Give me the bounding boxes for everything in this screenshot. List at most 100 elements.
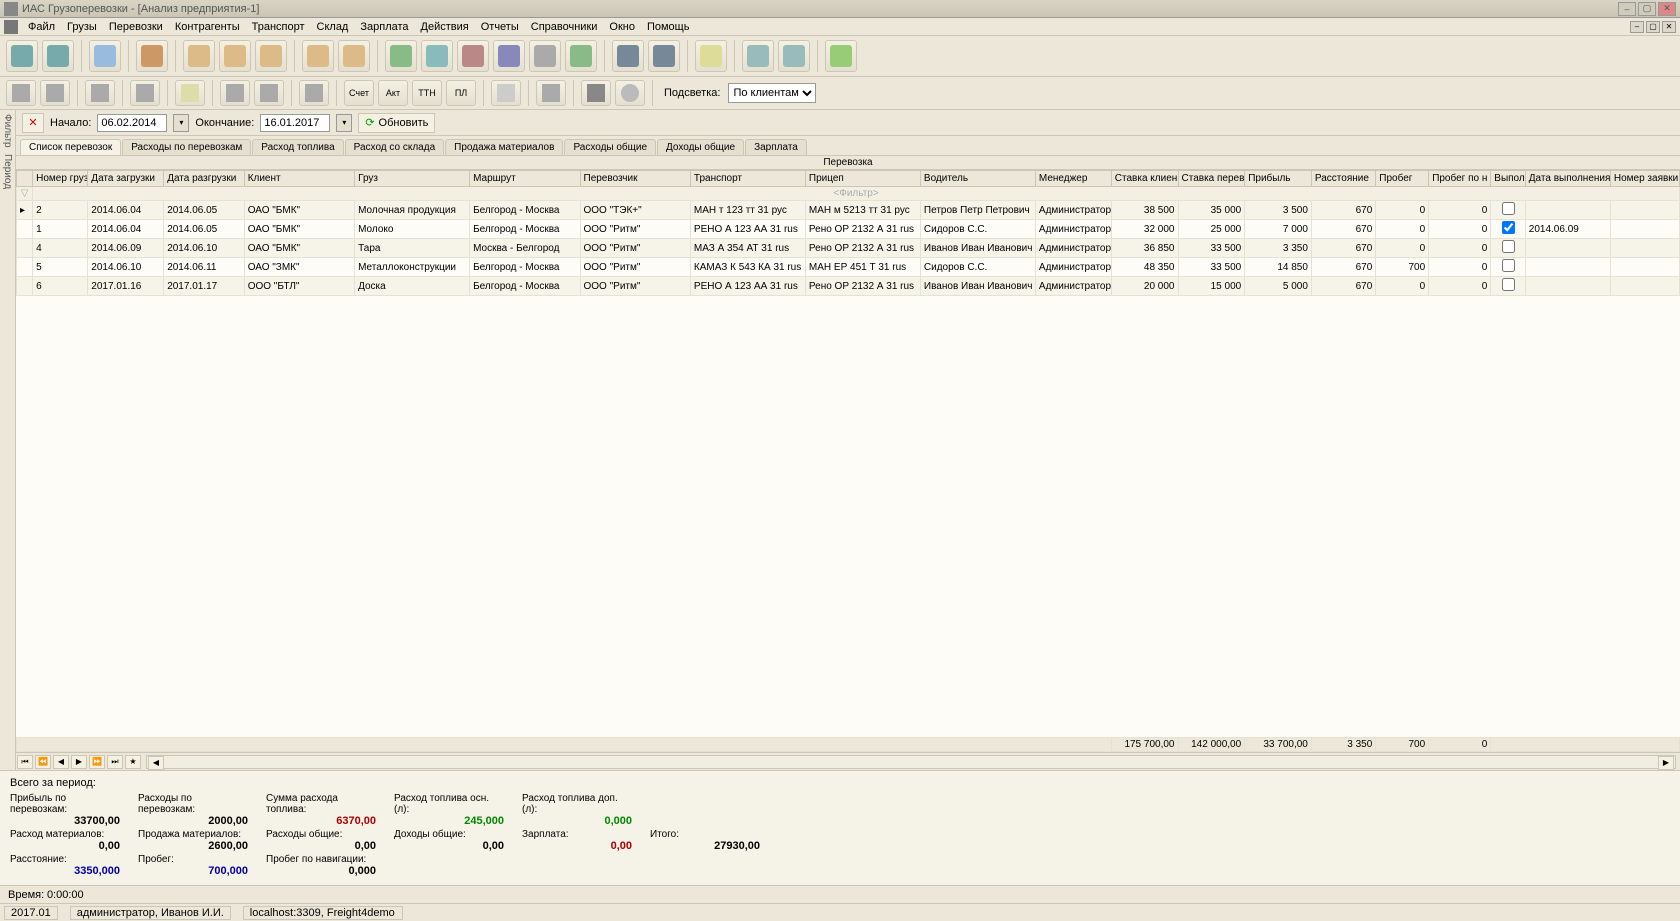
akt-button[interactable]: Акт [378, 80, 408, 106]
nav-prev-page[interactable]: ⏪ [35, 755, 51, 769]
nav-next[interactable]: ▶ [71, 755, 87, 769]
col-header[interactable]: Клиент [244, 171, 354, 187]
tab-6[interactable]: Доходы общие [657, 139, 744, 155]
cart-button-3[interactable] [85, 80, 115, 106]
col-header[interactable]: Выполнена [1491, 171, 1526, 187]
done-checkbox[interactable] [1502, 202, 1515, 215]
col-header[interactable]: Водитель [920, 171, 1035, 187]
minimize-button[interactable]: – [1618, 2, 1636, 16]
user-button-2[interactable] [421, 40, 453, 72]
start-date-dropdown[interactable]: ▾ [173, 114, 189, 132]
cart-button-5[interactable] [220, 80, 250, 106]
refresh-dates-button[interactable]: ⟳Обновить [358, 113, 435, 133]
menu-Зарплата[interactable]: Зарплата [354, 21, 414, 33]
col-header[interactable]: Дата разгрузки [164, 171, 245, 187]
keyboard-button[interactable] [581, 80, 611, 106]
people-button-1[interactable] [742, 40, 774, 72]
col-header[interactable]: Груз [355, 171, 470, 187]
edit-button[interactable] [695, 40, 727, 72]
end-date-dropdown[interactable]: ▾ [336, 114, 352, 132]
cart-button-6[interactable] [254, 80, 284, 106]
user-button-6[interactable] [565, 40, 597, 72]
tab-0[interactable]: Список перевозок [20, 139, 121, 155]
col-header[interactable]: Маршрут [470, 171, 580, 187]
menu-Склад[interactable]: Склад [311, 21, 355, 33]
menu-Действия[interactable]: Действия [415, 21, 475, 33]
mdi-close[interactable]: ✕ [1662, 21, 1676, 33]
ttn-button[interactable]: ТТН [412, 80, 442, 106]
cargo-button-2[interactable] [219, 40, 251, 72]
menu-Грузы[interactable]: Грузы [61, 21, 103, 33]
cart-button-4[interactable] [130, 80, 160, 106]
end-date-input[interactable] [260, 114, 330, 132]
check-button[interactable] [175, 80, 205, 106]
tab-2[interactable]: Расход топлива [252, 139, 343, 155]
db-button[interactable] [6, 40, 38, 72]
db-refresh-button[interactable] [42, 40, 74, 72]
cargo-button-5[interactable] [338, 40, 370, 72]
col-header[interactable]: Пробег [1376, 171, 1429, 187]
cart-button-7[interactable] [299, 80, 329, 106]
col-header[interactable]: Ставка клиен [1111, 171, 1178, 187]
menu-Справочники[interactable]: Справочники [525, 21, 604, 33]
mail-button[interactable] [491, 80, 521, 106]
table-row[interactable]: 42014.06.092014.06.10ОАО "БМК"ТараМосква… [17, 239, 1680, 258]
table-row[interactable]: 62017.01.162017.01.17ООО "БТЛ"ДоскаБелго… [17, 277, 1680, 296]
sidebar-filter[interactable]: Фильтр [2, 114, 13, 148]
menu-Контрагенты[interactable]: Контрагенты [169, 21, 246, 33]
col-header[interactable]: Ставка перев [1178, 171, 1245, 187]
col-header[interactable]: Дата выполнения [1525, 171, 1610, 187]
table-row[interactable]: 52014.06.102014.06.11ОАО "ЗМК"Металлокон… [17, 258, 1680, 277]
nav-last[interactable]: ⏭ [107, 755, 123, 769]
menu-Транспорт[interactable]: Транспорт [246, 21, 311, 33]
table-row[interactable]: ▸ 22014.06.042014.06.05ОАО "БМК"Молочная… [17, 201, 1680, 220]
data-grid[interactable]: Номер грузДата загрузкиДата разгрузкиКли… [16, 170, 1680, 296]
people-button-2[interactable] [778, 40, 810, 72]
cargo-button-4[interactable] [302, 40, 334, 72]
refresh-button[interactable] [825, 40, 857, 72]
col-header[interactable]: Транспорт [690, 171, 805, 187]
tab-4[interactable]: Продажа материалов [445, 139, 563, 155]
menu-Помощь[interactable]: Помощь [641, 21, 696, 33]
col-header[interactable]: Пробег по н [1429, 171, 1491, 187]
mdi-minimize[interactable]: – [1630, 21, 1644, 33]
sidebar-period[interactable]: Период [2, 154, 13, 189]
nav-bookmark[interactable]: ★ [125, 755, 141, 769]
box-add-button[interactable] [136, 40, 168, 72]
truck-button-1[interactable] [612, 40, 644, 72]
menu-Окно[interactable]: Окно [603, 21, 641, 33]
menu-Файл[interactable]: Файл [22, 21, 61, 33]
filter-row[interactable]: <Фильтр> [33, 187, 1680, 201]
col-header[interactable]: Расстояние [1311, 171, 1375, 187]
schet-button[interactable]: Счет [344, 80, 374, 106]
start-date-input[interactable] [97, 114, 167, 132]
col-header[interactable]: Менеджер [1035, 171, 1111, 187]
doc-button-1[interactable] [89, 40, 121, 72]
done-checkbox[interactable] [1502, 240, 1515, 253]
menu-Отчеты[interactable]: Отчеты [475, 21, 525, 33]
cargo-button-1[interactable] [183, 40, 215, 72]
col-header[interactable]: Номер груз [33, 171, 88, 187]
col-header[interactable]: Перевозчик [580, 171, 690, 187]
done-checkbox[interactable] [1502, 221, 1515, 234]
nav-next-page[interactable]: ⏩ [89, 755, 105, 769]
menu-Перевозки[interactable]: Перевозки [103, 21, 169, 33]
col-header[interactable]: Прибыль [1245, 171, 1312, 187]
user-button-5[interactable] [529, 40, 561, 72]
tab-7[interactable]: Зарплата [745, 139, 807, 155]
done-checkbox[interactable] [1502, 278, 1515, 291]
maximize-button[interactable]: ▢ [1638, 2, 1656, 16]
cart-del-button[interactable] [40, 80, 70, 106]
col-header[interactable]: Номер заявки [1610, 171, 1679, 187]
table-row[interactable]: 12014.06.042014.06.05ОАО "БМК"МолокоБелг… [17, 220, 1680, 239]
search-button[interactable] [536, 80, 566, 106]
highlight-select[interactable]: По клиентам [728, 83, 816, 103]
nav-first[interactable]: ⏮ [17, 755, 33, 769]
user-button-3[interactable] [457, 40, 489, 72]
done-checkbox[interactable] [1502, 259, 1515, 272]
truck-button-2[interactable] [648, 40, 680, 72]
tab-5[interactable]: Расходы общие [564, 139, 656, 155]
user-button-1[interactable] [385, 40, 417, 72]
mdi-restore[interactable]: ▢ [1646, 21, 1660, 33]
tab-3[interactable]: Расход со склада [345, 139, 444, 155]
